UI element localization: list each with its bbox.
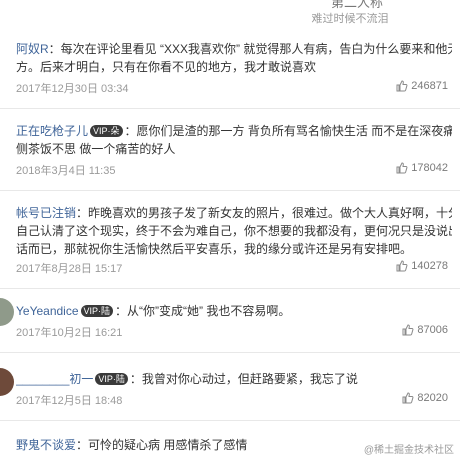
vip-badge: VIP·朵 xyxy=(90,125,123,137)
comment-item: 阿奴R：每次在评论里看见 “XXX我喜欢你” 就觉得那人有病，告白为什么要来和他… xyxy=(0,40,460,100)
thumbs-up-icon xyxy=(402,392,414,404)
vip-badge: VIP·陆 xyxy=(95,373,128,385)
like-button[interactable]: 140278 xyxy=(396,258,448,274)
comment-content-line: 方。后来才明白，只有在你看不见的地方，我才敢说喜欢 xyxy=(16,60,317,74)
comment-text: ________初一 VIP·陆 ：我曾对你心动过，但赶路要紧，我忘了说 xyxy=(16,370,452,388)
comment-time: 2017年12月5日 18:48 xyxy=(16,395,123,407)
comment-item: YeYeandice VIP·陆 ：从“你”变成“她” 我也不容易啊。 2017年1… xyxy=(0,298,460,344)
like-button[interactable]: 87006 xyxy=(402,322,448,338)
comment-time: 2017年8月28日 15:17 xyxy=(16,263,123,275)
comment-content-line: ：昨晚喜欢的男孩子发了新女友的照片，很难过。做个大人真好啊，十分钟就能让 xyxy=(76,206,452,220)
like-button[interactable]: 82020 xyxy=(402,390,448,406)
comment-time: 2017年12月30日 03:34 xyxy=(16,83,129,95)
top-user-block: 第二人称 难过时候不流泪 xyxy=(0,0,460,30)
comment-username[interactable]: 阿奴R xyxy=(16,42,49,56)
like-button[interactable]: 178042 xyxy=(396,160,448,176)
comment-content-line: 自己认清了这个现实，终于不会为难自己，你不想要的我都没有，更何况只是没说出来的几… xyxy=(16,224,452,238)
comment-content-line: 侧茶饭不思 做一个痛苦的好人 xyxy=(16,142,176,156)
thumbs-up-icon xyxy=(402,324,414,336)
comment-item: ________初一 VIP·陆 ：我曾对你心动过，但赶路要紧，我忘了说 2017年… xyxy=(0,368,460,412)
comment-text: 正在吃枪子儿 VIP·朵 ：愿你们是渣的那一方 背负所有骂名愉快生活 而不是在深夜痛… xyxy=(16,122,452,158)
watermark: @稀土掘金技术社区 xyxy=(363,445,454,456)
comment-content-line: ：我曾对你心动过，但赶路要紧，我忘了说 xyxy=(129,372,358,386)
comment-time: 2017年10月2日 16:21 xyxy=(16,327,123,339)
comment-username[interactable]: 野鬼不谈爱 xyxy=(16,438,76,452)
like-count: 87006 xyxy=(417,324,448,336)
like-count: 82020 xyxy=(417,392,448,404)
comment-item: 帐号已注销：昨晚喜欢的男孩子发了新女友的照片，很难过。做个大人真好啊，十分钟就能… xyxy=(0,204,460,282)
avatar[interactable] xyxy=(0,298,14,326)
thumbs-up-icon xyxy=(396,162,408,174)
vip-badge: VIP·陆 xyxy=(80,305,114,317)
comment-content-line: 话而已，那就祝你生活愉快然后平安喜乐，我的缘分或许还是另有安排吧。 xyxy=(16,242,413,256)
comment-content-line: ：可怜的疑心病 用感情杀了感情 xyxy=(76,438,248,452)
comment-text: YeYeandice VIP·陆 ：从“你”变成“她” 我也不容易啊。 xyxy=(16,302,452,320)
like-count: 246871 xyxy=(411,80,448,92)
divider xyxy=(0,352,460,353)
divider xyxy=(0,420,460,421)
thumbs-up-icon xyxy=(396,80,408,92)
comment-content-line: ：每次在评论里看见 “XXX我喜欢你” 就觉得那人有病，告白为什么要来和他无关的… xyxy=(48,42,452,56)
avatar[interactable] xyxy=(0,368,14,396)
comment-content-line: ：愿你们是渣的那一方 背负所有骂名愉快生活 而不是在深夜痛哭 辗转反 xyxy=(124,124,452,138)
thumbs-up-icon xyxy=(396,260,408,272)
comment-text: 帐号已注销：昨晚喜欢的男孩子发了新女友的照片，很难过。做个大人真好啊，十分钟就能… xyxy=(16,204,452,258)
divider xyxy=(0,108,460,109)
like-count: 178042 xyxy=(411,162,448,174)
comment-username[interactable]: 正在吃枪子儿 xyxy=(16,124,88,138)
comment-text: 阿奴R：每次在评论里看见 “XXX我喜欢你” 就觉得那人有病，告白为什么要来和他… xyxy=(16,40,452,76)
comment-content-line: ：从“你”变成“她” 我也不容易啊。 xyxy=(115,304,291,318)
divider xyxy=(0,190,460,191)
like-count: 140278 xyxy=(411,260,448,272)
top-signature: 难过时候不流泪 xyxy=(311,13,389,25)
comment-username[interactable]: ________初一 xyxy=(16,372,93,386)
like-button[interactable]: 246871 xyxy=(396,78,448,94)
divider xyxy=(0,288,460,289)
comment-username[interactable]: 帐号已注销 xyxy=(16,206,76,220)
comment-time: 2018年3月4日 11:35 xyxy=(16,165,116,177)
comment-item: 正在吃枪子儿 VIP·朵 ：愿你们是渣的那一方 背负所有骂名愉快生活 而不是在深夜痛… xyxy=(0,122,460,182)
comment-username[interactable]: YeYeandice xyxy=(16,304,79,318)
